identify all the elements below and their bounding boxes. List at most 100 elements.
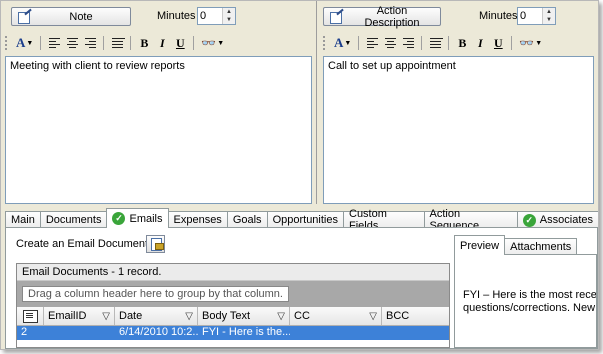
toolbar-grip <box>5 36 10 50</box>
tab-goals[interactable]: Goals <box>226 211 268 228</box>
toolbar-grip <box>323 36 328 50</box>
filter-icon[interactable]: ▽ <box>102 311 110 322</box>
align-left-button[interactable] <box>364 34 380 52</box>
email-documents-grid: Email Documents - 1 record. Drag a colum… <box>16 263 450 348</box>
cell-body-text: FYI - Here is the... <box>202 326 290 338</box>
filter-icon[interactable]: ▽ <box>185 311 193 322</box>
spin-down-icon[interactable]: ▼ <box>223 16 235 24</box>
column-chooser-icon <box>22 309 38 323</box>
bold-button[interactable]: B <box>136 34 152 52</box>
align-right-button[interactable] <box>82 34 98 52</box>
tab-associates[interactable]: ✓ Associates <box>516 211 598 228</box>
spin-up-icon[interactable]: ▲ <box>223 8 235 16</box>
filter-icon[interactable]: ▽ <box>277 311 285 322</box>
font-color-button[interactable]: A ▼ <box>14 34 35 52</box>
align-left-icon <box>48 38 60 48</box>
binoculars-icon: 👓 <box>201 36 217 50</box>
note-format-toolbar: A ▼ B I U 👓 ▼ <box>5 33 312 53</box>
preview-tabs: Preview Attachments <box>454 235 597 255</box>
dropdown-arrow-icon: ▼ <box>26 39 34 47</box>
detail-tabs: Main Documents ✓ Emails Expenses Goals Op… <box>5 208 598 232</box>
create-email-label: Create an Email Document <box>16 238 149 250</box>
action-minutes-value[interactable]: 0 <box>518 8 542 24</box>
filter-icon[interactable]: ▽ <box>369 311 377 322</box>
note-minutes-label: Minutes <box>157 10 196 22</box>
tab-emails[interactable]: ✓ Emails <box>106 208 169 228</box>
cell-date: 6/14/2010 10:2... <box>119 326 198 338</box>
preview-line-1: FYI – Here is the most recent r <box>463 289 597 301</box>
find-button[interactable]: 👓 ▼ <box>199 34 226 52</box>
preview-line-2: questions/corrections. New c <box>463 302 597 314</box>
font-color-button[interactable]: A ▼ <box>332 34 353 52</box>
email-preview-text: FYI – Here is the most recent r question… <box>454 254 597 348</box>
window: Note Minutes 0 ▲ ▼ A ▼ B I U 👓 ▼ Meeting wi… <box>0 0 599 350</box>
cell-bcc <box>382 326 447 340</box>
action-button-label: Action Description <box>364 4 420 29</box>
align-right-icon <box>84 38 96 48</box>
spin-up-icon[interactable]: ▲ <box>543 8 555 16</box>
cell-emailid: 2 <box>21 326 28 338</box>
column-header-body-text[interactable]: Body Text ▽ <box>198 307 290 325</box>
align-center-button[interactable] <box>382 34 398 52</box>
cell-cc <box>290 326 382 340</box>
action-text-editor[interactable]: Call to set up appointment <box>323 56 594 204</box>
preview-area: Preview Attachments FYI – Here is the mo… <box>454 235 597 348</box>
dropdown-arrow-icon: ▼ <box>217 39 225 47</box>
grid-header: EmailID ▽ Date ▽ Body Text ▽ CC ▽ BCC <box>17 307 449 326</box>
action-pane: Action Description Minutes 0 ▲ ▼ A ▼ B I U… <box>319 1 598 204</box>
grid-title: Email Documents - 1 record. <box>17 264 449 281</box>
column-header-cc[interactable]: CC ▽ <box>290 307 382 325</box>
check-icon: ✓ <box>522 213 536 227</box>
note-minutes-stepper[interactable]: 0 ▲ ▼ <box>197 7 236 25</box>
note-minutes-value[interactable]: 0 <box>198 8 222 24</box>
underline-button[interactable]: U <box>490 34 506 52</box>
action-pencil-icon <box>330 11 344 24</box>
tab-attachments[interactable]: Attachments <box>504 238 578 255</box>
action-minutes-stepper[interactable]: 0 ▲ ▼ <box>517 7 556 25</box>
action-format-toolbar: A ▼ B I U 👓 ▼ <box>323 33 594 53</box>
bullet-list-button[interactable] <box>427 34 443 52</box>
bullet-list-button[interactable] <box>109 34 125 52</box>
italic-button[interactable]: I <box>472 34 488 52</box>
column-header-date[interactable]: Date ▽ <box>115 307 198 325</box>
tab-documents[interactable]: Documents <box>39 211 108 228</box>
tab-action-sequence[interactable]: Action Sequence <box>423 208 518 232</box>
align-center-button[interactable] <box>64 34 80 52</box>
tab-expenses[interactable]: Expenses <box>167 211 228 228</box>
action-description-button[interactable]: Action Description <box>323 4 441 29</box>
align-right-button[interactable] <box>400 34 416 52</box>
dropdown-arrow-icon: ▼ <box>535 39 543 47</box>
underline-button[interactable]: U <box>172 34 188 52</box>
find-button[interactable]: 👓 ▼ <box>517 34 544 52</box>
column-header-bcc[interactable]: BCC <box>382 307 447 325</box>
align-left-icon <box>366 38 378 48</box>
table-row[interactable]: 2 6/14/2010 10:2... FYI - Here is the... <box>17 326 449 340</box>
note-button[interactable]: Note <box>11 7 131 26</box>
tab-preview[interactable]: Preview <box>454 235 506 255</box>
note-pane: Note Minutes 0 ▲ ▼ A ▼ B I U 👓 ▼ Meeting wi… <box>1 1 317 204</box>
check-icon: ✓ <box>112 212 126 225</box>
tab-custom-fields[interactable]: Custom Fields <box>343 208 425 232</box>
note-button-label: Note <box>69 10 93 23</box>
column-header-emailid[interactable]: EmailID ▽ <box>44 307 115 325</box>
align-left-button[interactable] <box>46 34 62 52</box>
note-pencil-icon <box>18 11 32 24</box>
bold-button[interactable]: B <box>454 34 470 52</box>
bullet-list-icon <box>429 38 443 48</box>
group-by-hint: Drag a column header here to group by th… <box>22 286 289 302</box>
dropdown-arrow-icon: ▼ <box>344 39 352 47</box>
align-center-icon <box>66 38 78 48</box>
emails-panel: Create an Email Document Email Documents… <box>5 227 598 349</box>
create-email-document-button[interactable] <box>146 235 165 253</box>
align-right-icon <box>402 38 414 48</box>
group-by-area[interactable]: Drag a column header here to group by th… <box>17 281 449 307</box>
align-center-icon <box>384 38 396 48</box>
column-chooser-button[interactable] <box>17 307 44 325</box>
tab-main[interactable]: Main <box>5 211 41 228</box>
tab-opportunities[interactable]: Opportunities <box>266 211 344 228</box>
spin-down-icon[interactable]: ▼ <box>543 16 555 24</box>
action-minutes-label: Minutes <box>479 10 518 22</box>
binoculars-icon: 👓 <box>519 36 535 50</box>
italic-button[interactable]: I <box>154 34 170 52</box>
note-text-editor[interactable]: Meeting with client to review reports <box>5 56 312 204</box>
